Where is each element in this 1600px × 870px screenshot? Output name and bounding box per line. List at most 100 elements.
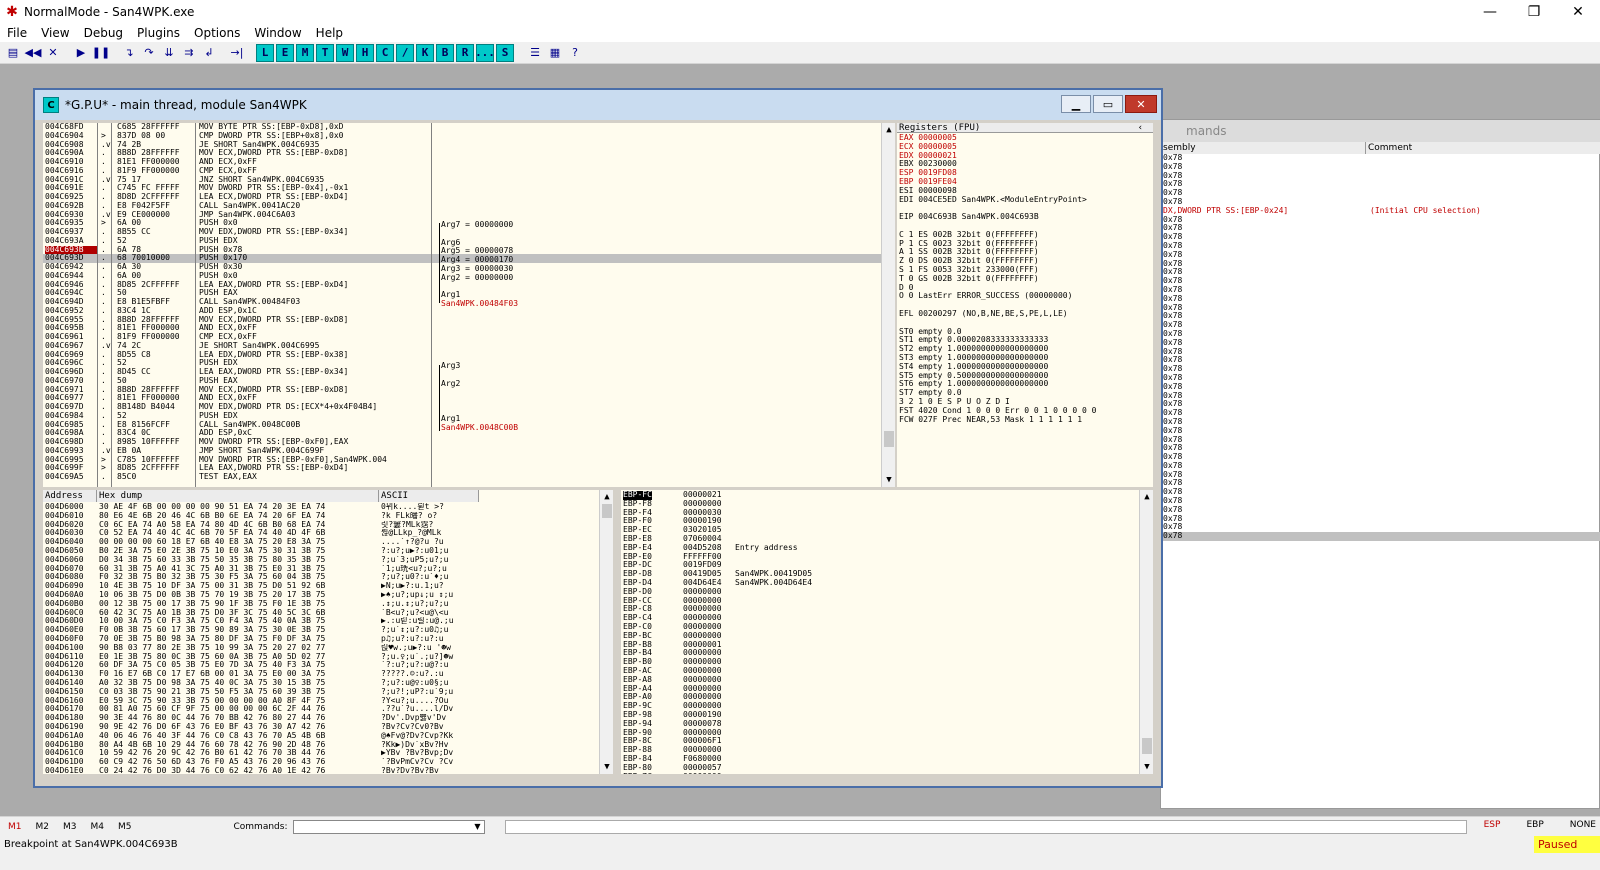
menu-view[interactable]: View xyxy=(34,24,76,42)
command-row[interactable]: 0x78 xyxy=(1161,163,1600,172)
commands-col-assembly[interactable]: sembly xyxy=(1161,142,1366,154)
command-row[interactable]: 0x78 xyxy=(1161,515,1600,524)
scroll-down-icon[interactable]: ▼ xyxy=(1140,760,1153,774)
maximize-button[interactable]: ❐ xyxy=(1512,0,1556,24)
command-row[interactable]: 0x78 xyxy=(1161,251,1600,260)
command-row[interactable]: 0x78 xyxy=(1161,295,1600,304)
open-icon[interactable]: ▤ xyxy=(4,44,22,62)
disasm-line[interactable]: 004C690A. 8B8D 28FFFFFF MOV ECX,DWORD PTR … xyxy=(43,148,895,158)
command-row[interactable]: 0x78 xyxy=(1161,242,1600,251)
register-line[interactable]: T 0 GS 002B 32bit 0(FFFFFFFF) xyxy=(899,274,1096,284)
command-row[interactable]: 0x78 xyxy=(1161,523,1600,532)
disasm-line[interactable]: 004C6977. 81E1 FF000000 AND ECX,0xFF xyxy=(43,393,895,403)
dump-row[interactable]: 004D61E0 C0 24 42 76 D0 3D 44 76 C0 62 42… xyxy=(43,766,613,774)
toolbar-cpu-button[interactable]: C xyxy=(376,43,394,62)
restart-icon[interactable]: ◀◀ xyxy=(24,44,42,62)
command-row[interactable]: 0x78 xyxy=(1161,286,1600,295)
command-row[interactable]: 0x78 xyxy=(1161,453,1600,462)
command-row[interactable]: 0x78 xyxy=(1161,488,1600,497)
command-row[interactable]: 0x78 xyxy=(1161,321,1600,330)
register-line[interactable]: EFL 00200297 (NO,B,NE,BE,S,PE,L,LE) xyxy=(899,309,1096,319)
scroll-up-icon[interactable]: ▲ xyxy=(600,490,613,504)
marker-m4[interactable]: M4 xyxy=(91,822,105,832)
trace-over-icon[interactable]: ⇉ xyxy=(180,44,198,62)
disasm-line[interactable]: 004C6925. 8D8D 2CFFFFFF LEA ECX,DWORD PTR … xyxy=(43,192,895,202)
command-row[interactable]: 0x78 xyxy=(1161,268,1600,277)
disasm-line[interactable]: 004C6971. 8B8D 28FFFFFF MOV ECX,DWORD PTR … xyxy=(43,385,895,395)
register-line[interactable]: EIP 004C693B San4WPK.004C693B xyxy=(899,212,1096,222)
help-icon[interactable]: ? xyxy=(566,44,584,62)
scroll-up-icon[interactable]: ▲ xyxy=(882,123,895,137)
dump-scrollbar[interactable]: ▲ ▼ xyxy=(599,490,613,774)
command-row[interactable]: 0x78 xyxy=(1161,365,1600,374)
command-row[interactable]: 0x78 xyxy=(1161,506,1600,515)
command-row[interactable]: 0x78 xyxy=(1161,427,1600,436)
command-row[interactable]: 0x78 xyxy=(1161,339,1600,348)
command-row[interactable]: 0x78 xyxy=(1161,224,1600,233)
disasm-line[interactable]: 004C696C. 52 PUSH EDX xyxy=(43,358,895,368)
marker-m1[interactable]: M1 xyxy=(8,822,22,832)
disasm-line[interactable]: 004C6984. 52 PUSH EDX xyxy=(43,411,895,421)
list-icon[interactable]: ☰ xyxy=(526,44,544,62)
command-row[interactable]: 0x78 xyxy=(1161,532,1600,542)
close-program-icon[interactable]: ✕ xyxy=(44,44,62,62)
command-row[interactable]: 0x78 xyxy=(1161,462,1600,471)
command-row[interactable]: DX,DWORD PTR SS:[EBP-0x24] (Initial CPU s… xyxy=(1161,207,1600,216)
register-line[interactable]: EDI 004CE5ED San4WPK.<ModuleEntryPoint> xyxy=(899,195,1096,205)
disasm-line[interactable]: 004C6955. 8B8D 28FFFFFF MOV ECX,DWORD PTR … xyxy=(43,315,895,325)
marker-m5[interactable]: M5 xyxy=(118,822,132,832)
toolbar-memory-button[interactable]: M xyxy=(296,43,314,62)
disasm-line[interactable]: 004C697D. 8B148D B4044 MOV EDX,DWORD PTR D… xyxy=(43,402,895,412)
menu-help[interactable]: Help xyxy=(309,24,350,42)
menu-file[interactable]: File xyxy=(0,24,34,42)
toolbar-threads-button[interactable]: T xyxy=(316,43,334,62)
disassembly-pane[interactable]: 004C68FD C685 28FFFFFF MOV BYTE PTR SS:[EB… xyxy=(43,123,895,487)
scroll-down-icon[interactable]: ▼ xyxy=(882,473,895,487)
disasm-line[interactable]: 004C6993 .v EB 0A JMP SHORT San4WPK.004C699… xyxy=(43,446,895,456)
command-row[interactable]: 0x78 xyxy=(1161,233,1600,242)
toolbar-patches-button[interactable]: / xyxy=(396,43,414,62)
pause-icon[interactable]: ❚❚ xyxy=(92,44,110,62)
register-line[interactable]: O 0 LastErr ERROR_SUCCESS (00000000) xyxy=(899,292,1096,301)
toolbar-references-button[interactable]: R xyxy=(456,43,474,62)
command-row[interactable]: 0x78 xyxy=(1161,154,1600,163)
command-row[interactable]: 0x78 xyxy=(1161,383,1600,392)
disasm-line[interactable]: 004C692B. E8 F042F5FF CALL San4WPK.0041AC2… xyxy=(43,201,895,211)
scroll-thumb[interactable] xyxy=(602,504,612,518)
command-combo[interactable]: ▼ xyxy=(293,819,486,834)
cpu-maximize-button[interactable]: ▭ xyxy=(1093,95,1123,113)
dump-col-hex[interactable]: Hex dump xyxy=(97,490,379,502)
disasm-line[interactable]: 004C698D. 8985 10FFFFFF MOV DWORD PTR SS:[… xyxy=(43,437,895,447)
scroll-thumb[interactable] xyxy=(1142,738,1152,754)
command-output-field[interactable] xyxy=(505,819,1468,834)
marker-m2[interactable]: M2 xyxy=(36,822,50,832)
marker-m3[interactable]: M3 xyxy=(63,822,77,832)
disasm-line[interactable]: 004C699F >8D85 2CFFFFFF LEA EAX,DWORD PTR … xyxy=(43,463,895,473)
scroll-down-icon[interactable]: ▼ xyxy=(600,760,613,774)
disasm-line[interactable]: 004C6937. 8B55 CC MOV EDX,DWORD PTR SS:[EB… xyxy=(43,227,895,237)
command-row[interactable]: 0x78 xyxy=(1161,216,1600,225)
registers-header[interactable]: Registers (FPU) ‹ xyxy=(897,123,1153,133)
chevron-left-icon[interactable]: ‹ xyxy=(1138,123,1143,133)
command-row[interactable]: 0x78 xyxy=(1161,180,1600,189)
command-row[interactable]: 0x78 xyxy=(1161,471,1600,480)
toolbar-runtrace-button[interactable]: ... xyxy=(475,43,495,62)
menu-window[interactable]: Window xyxy=(247,24,308,42)
disasm-line[interactable]: 004C691E. C745 FC FFFFF MOV DWORD PTR SS:[… xyxy=(43,183,895,193)
commands-col-comment[interactable]: Comment xyxy=(1366,142,1600,154)
disasm-line[interactable]: 004C6969. 8D55 C8 LEA EDX,DWORD PTR SS:[EB… xyxy=(43,350,895,360)
none-button[interactable]: NONE xyxy=(1570,820,1596,830)
run-icon[interactable]: ▶ xyxy=(72,44,90,62)
disasm-line[interactable]: 004C691C .v 75 17 JNZ SHORT San4WPK.004C693… xyxy=(43,175,895,185)
disasm-line[interactable]: 004C6952. 83C4 1C ADD ESP,0x1C xyxy=(43,306,895,316)
cpu-close-button[interactable]: ✕ xyxy=(1125,95,1157,113)
command-row[interactable]: 0x78 xyxy=(1161,400,1600,409)
command-row[interactable]: 0x78 xyxy=(1161,172,1600,181)
command-row[interactable]: 0x78 xyxy=(1161,277,1600,286)
menu-debug[interactable]: Debug xyxy=(77,24,130,42)
command-row[interactable]: 0x78 xyxy=(1161,198,1600,207)
disasm-line[interactable]: 004C6904 >837D 08 00 CMP DWORD PTR SS:[EBP… xyxy=(43,131,895,141)
disasm-line[interactable]: 004C693A. 52 PUSH EDX xyxy=(43,236,895,246)
command-row[interactable]: 0x78 xyxy=(1161,444,1600,453)
disasm-line[interactable]: 004C69A5. 85C0 TEST EAX,EAX xyxy=(43,472,895,482)
